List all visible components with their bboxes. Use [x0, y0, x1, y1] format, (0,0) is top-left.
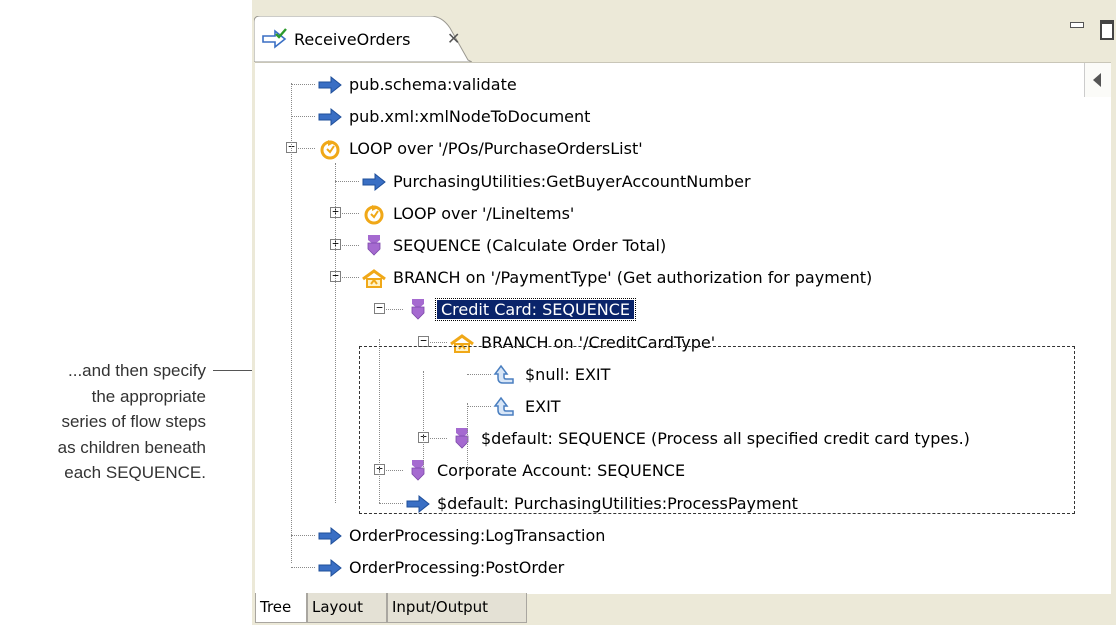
- tree-vertical-line: [379, 339, 380, 503]
- tree-node[interactable]: pub.xml:xmlNodeToDocument: [255, 101, 1075, 133]
- tab-title: ReceiveOrders: [294, 30, 411, 49]
- tree-node-label: $null: EXIT: [525, 364, 611, 384]
- tree-node[interactable]: OrderProcessing:PostOrder: [255, 552, 1075, 584]
- tree-node-label: SEQUENCE (Calculate Order Total): [393, 236, 667, 255]
- tree-node-label: pub.schema:validate: [349, 75, 517, 94]
- invoke-arrow-icon: [405, 492, 431, 516]
- tree-node-label: Credit Card: SEQUENCE: [434, 298, 637, 322]
- tree-node[interactable]: EXIT: [255, 391, 1075, 423]
- tree-node[interactable]: − Credit Card: SEQUENCE: [255, 294, 1075, 326]
- tree-node-label: PurchasingUtilities:GetBuyerAccountNumbe…: [393, 171, 751, 191]
- sequence-icon: [449, 427, 475, 451]
- tree-node-label: $default: SEQUENCE (Process all specifie…: [481, 429, 970, 449]
- sequence-icon: [405, 459, 431, 483]
- branch-icon: [449, 331, 475, 355]
- tree-connector-line: [291, 84, 315, 85]
- tree-node[interactable]: − BRANCH on '/PaymentType' (Get authoriza…: [255, 262, 1075, 294]
- loop-icon: [317, 137, 343, 161]
- tree-node-label: LOOP over '/POs/PurchaseOrdersList': [349, 139, 643, 159]
- editor-window: ReceiveOrders ✕ pub.schema:validate pub.x…: [252, 0, 1116, 625]
- sequence-icon: [361, 234, 387, 258]
- tab-input-output[interactable]: Input/Output: [387, 593, 527, 623]
- tree-connector-line: [467, 406, 491, 407]
- tree-node-label: pub.xml:xmlNodeToDocument: [349, 107, 591, 127]
- invoke-arrow-icon: [317, 73, 343, 97]
- callout-line-1: ...and then specify: [68, 361, 206, 380]
- flow-tree-editor: pub.schema:validate pub.xml:xmlNodeToDocu…: [255, 62, 1111, 594]
- exit-icon: [493, 363, 519, 387]
- tree-node[interactable]: $null: EXIT: [255, 359, 1075, 391]
- flow-service-icon: [262, 28, 287, 49]
- tree-node[interactable]: + LOOP over '/LineItems': [255, 198, 1075, 230]
- tree-node[interactable]: PurchasingUtilities:GetBuyerAccountNumbe…: [255, 166, 1075, 198]
- tree-vertical-line: [423, 371, 424, 469]
- tree-node-label: $default: PurchasingUtilities:ProcessPay…: [437, 493, 798, 513]
- tree-node-label: BRANCH on '/CreditCardType': [481, 332, 716, 352]
- tab-tree[interactable]: Tree: [255, 593, 307, 623]
- tree-connector-line: [291, 567, 315, 568]
- invoke-arrow-icon: [317, 105, 343, 129]
- tree-node-label: BRANCH on '/PaymentType' (Get authorizat…: [393, 268, 873, 288]
- callout-annotation: ...and then specify the appropriate seri…: [0, 358, 206, 486]
- callout-line-3: series of flow steps: [61, 412, 206, 431]
- tree-node[interactable]: − BRANCH on '/CreditCardType': [255, 327, 1075, 359]
- tab-layout[interactable]: Layout: [307, 593, 387, 623]
- collapse-toggle-icon[interactable]: −: [418, 335, 429, 347]
- tree-node-label: OrderProcessing:LogTransaction: [349, 525, 606, 545]
- tree-node-label: Corporate Account: SEQUENCE: [437, 461, 686, 481]
- flow-tree: pub.schema:validate pub.xml:xmlNodeToDocu…: [255, 63, 1111, 594]
- tree-connector-line: [467, 373, 491, 375]
- exit-icon: [493, 395, 519, 419]
- callout-line-5: each SEQUENCE.: [64, 463, 206, 482]
- tree-connector-line: [335, 180, 359, 182]
- collapse-toggle-icon[interactable]: −: [374, 302, 385, 315]
- sequence-icon: [405, 298, 431, 322]
- callout-line-4: as children beneath: [57, 437, 206, 457]
- invoke-arrow-icon: [317, 556, 343, 580]
- minimize-icon[interactable]: [1070, 22, 1084, 28]
- invoke-arrow-icon: [317, 524, 343, 548]
- tree-vertical-line: [335, 163, 336, 503]
- tree-vertical-line: [291, 83, 292, 563]
- loop-icon: [361, 202, 387, 226]
- tree-connector-line: [291, 116, 315, 118]
- tree-vertical-line: [467, 403, 468, 469]
- tree-node[interactable]: + $default: SEQUENCE (Process all specifi…: [255, 423, 1075, 455]
- tree-node[interactable]: − LOOP over '/POs/PurchaseOrdersList': [255, 133, 1075, 165]
- tree-node[interactable]: $default: PurchasingUtilities:ProcessPay…: [255, 488, 1075, 520]
- tree-node[interactable]: pub.schema:validate: [255, 69, 1075, 101]
- tree-node[interactable]: OrderProcessing:LogTransaction: [255, 520, 1075, 552]
- tree-node[interactable]: + Corporate Account: SEQUENCE: [255, 455, 1075, 487]
- tree-node-label: OrderProcessing:PostOrder: [349, 558, 565, 577]
- tree-connector-line: [291, 534, 315, 536]
- tree-node-label: LOOP over '/LineItems': [393, 203, 575, 223]
- close-icon[interactable]: ✕: [447, 29, 460, 48]
- invoke-arrow-icon: [361, 170, 387, 194]
- maximize-icon[interactable]: [1100, 20, 1114, 40]
- branch-icon: [361, 266, 387, 290]
- tab-receiveorders[interactable]: ReceiveOrders ✕: [254, 16, 472, 62]
- callout-line-2: the appropriate: [91, 386, 206, 406]
- tree-connector-line: [379, 502, 403, 504]
- tree-node[interactable]: + SEQUENCE (Calculate Order Total): [255, 230, 1075, 262]
- tree-node-label: EXIT: [525, 397, 561, 416]
